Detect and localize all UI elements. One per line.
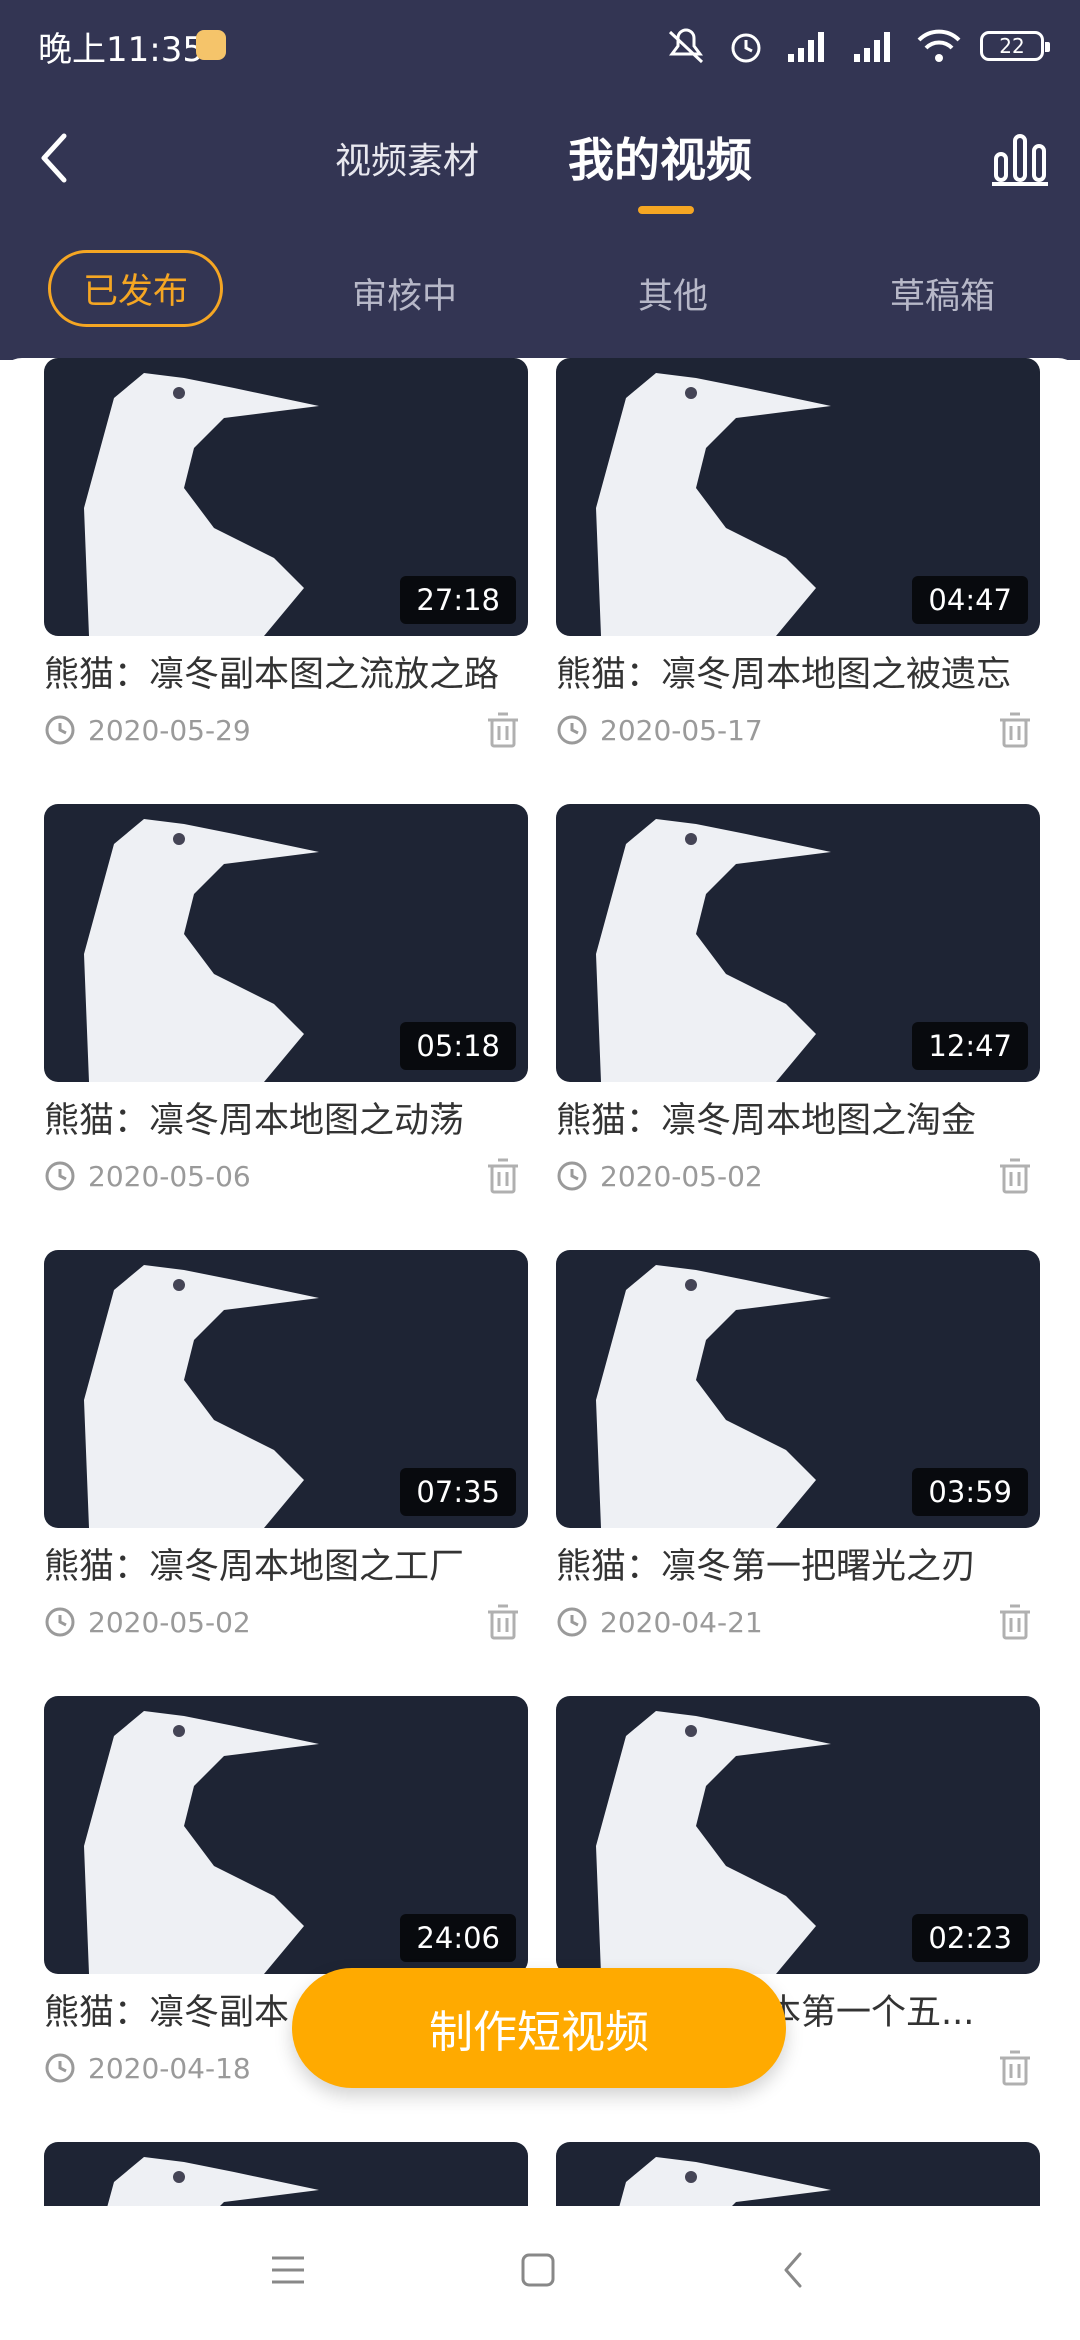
video-thumbnail[interactable]: 05:18 — [44, 804, 528, 1082]
video-title: 熊猫：凛冬副本图之流放之路 — [44, 655, 500, 695]
video-duration: 04:47 — [912, 576, 1028, 624]
video-date: 2020-04-18 — [88, 2052, 251, 2085]
subtab-other[interactable]: 其他 — [638, 268, 708, 319]
video-thumbnail[interactable]: 02:23 — [556, 1696, 1040, 1974]
trash-icon[interactable] — [998, 1158, 1032, 1194]
video-duration: 05:18 — [400, 1022, 516, 1070]
status-icons: 22 — [664, 22, 1050, 70]
clock-icon — [45, 1161, 75, 1191]
tab-my-videos[interactable]: 我的视频 — [568, 124, 752, 190]
crow-thumbnail-image — [619, 2157, 831, 2206]
status-bar: 晚上11:35 22 — [0, 0, 1080, 92]
notification-app-icon — [196, 30, 226, 60]
system-back-icon[interactable] — [774, 2250, 814, 2290]
video-title: 熊猫：凛冬周本地图之动荡 — [44, 1101, 465, 1141]
video-thumbnail[interactable] — [44, 2142, 528, 2206]
trash-icon[interactable] — [998, 712, 1032, 748]
video-duration: 03:59 — [912, 1468, 1028, 1516]
active-tab-indicator — [638, 206, 694, 214]
trash-icon[interactable] — [486, 712, 520, 748]
video-title: 熊猫：凛冬周本地图之被遗忘 — [556, 655, 1012, 695]
video-date: 2020-05-17 — [600, 714, 763, 747]
video-card[interactable]: 27:18 熊猫：凛冬副本图之流放之路 2020-05-29 — [44, 358, 528, 756]
video-card[interactable]: 12:47 熊猫：凛冬周本地图之淘金 2020-05-02 — [556, 804, 1040, 1202]
video-date: 2020-05-29 — [88, 714, 251, 747]
video-date: 2020-05-02 — [600, 1160, 763, 1193]
subtab-drafts[interactable]: 草稿箱 — [890, 268, 995, 319]
back-arrow-icon[interactable] — [36, 128, 76, 188]
video-date: 2020-04-21 — [600, 1606, 763, 1639]
mute-icon — [668, 28, 704, 64]
menu-icon[interactable] — [268, 2250, 308, 2290]
video-card[interactable]: 04:47 熊猫：凛冬周本地图之被遗忘 2020-05-17 — [556, 358, 1040, 756]
trash-icon[interactable] — [486, 1158, 520, 1194]
video-thumbnail[interactable] — [556, 2142, 1040, 2206]
video-card[interactable] — [556, 2142, 1040, 2206]
clock-icon — [557, 715, 587, 745]
alarm-icon — [731, 33, 761, 63]
home-icon[interactable] — [518, 2250, 558, 2290]
clock-icon — [45, 2053, 75, 2083]
video-duration: 27:18 — [400, 576, 516, 624]
video-date: 2020-05-06 — [88, 1160, 251, 1193]
trash-icon[interactable] — [486, 1604, 520, 1640]
crow-thumbnail-image — [107, 2157, 319, 2206]
tab-video-material[interactable]: 视频素材 — [335, 132, 479, 184]
video-thumbnail[interactable]: 03:59 — [556, 1250, 1040, 1528]
battery-icon: 22 — [980, 31, 1050, 61]
trash-icon[interactable] — [998, 1604, 1032, 1640]
hd-signal-icon — [788, 32, 824, 62]
video-title: 熊猫：凛冬周本地图之淘金 — [556, 1101, 977, 1141]
signal-icon — [854, 32, 890, 62]
video-duration: 24:06 — [400, 1914, 516, 1962]
app-header: 晚上11:35 22 视频素材 我的视频 已发布 审核中 其他 草稿箱 — [0, 0, 1080, 360]
wifi-icon — [917, 29, 961, 62]
video-card[interactable]: 03:59 熊猫：凛冬第一把曙光之刃 2020-04-21 — [556, 1250, 1040, 1648]
subtab-reviewing[interactable]: 审核中 — [352, 268, 457, 319]
clock-icon — [45, 1607, 75, 1637]
video-card[interactable] — [44, 2142, 528, 2206]
clock-icon — [557, 1607, 587, 1637]
clock-icon — [557, 1161, 587, 1191]
video-title: 熊猫：凛冬周本地图之工厂 — [44, 1547, 465, 1587]
video-duration: 07:35 — [400, 1468, 516, 1516]
clock-icon — [45, 715, 75, 745]
video-thumbnail[interactable]: 24:06 — [44, 1696, 528, 1974]
video-date: 2020-05-02 — [88, 1606, 251, 1639]
video-card[interactable]: 07:35 熊猫：凛冬周本地图之工厂 2020-05-02 — [44, 1250, 528, 1648]
status-time: 晚上11:35 — [38, 30, 204, 70]
create-short-video-button[interactable]: 制作短视频 — [292, 1968, 786, 2088]
video-title: 熊猫：凛冬第一把曙光之刃 — [556, 1547, 977, 1587]
video-duration: 02:23 — [912, 1914, 1028, 1962]
system-nav-bar — [0, 2206, 1080, 2340]
subtab-published[interactable]: 已发布 — [48, 250, 224, 327]
video-thumbnail[interactable]: 27:18 — [44, 358, 528, 636]
video-thumbnail[interactable]: 04:47 — [556, 358, 1040, 636]
video-grid: 27:18 熊猫：凛冬副本图之流放之路 2020-05-29 04:47 熊猫：… — [0, 358, 1080, 2206]
stats-chart-icon[interactable] — [990, 128, 1050, 188]
trash-icon[interactable] — [998, 2050, 1032, 2086]
video-thumbnail[interactable]: 07:35 — [44, 1250, 528, 1528]
video-thumbnail[interactable]: 12:47 — [556, 804, 1040, 1082]
video-card[interactable]: 05:18 熊猫：凛冬周本地图之动荡 2020-05-06 — [44, 804, 528, 1202]
video-duration: 12:47 — [912, 1022, 1028, 1070]
